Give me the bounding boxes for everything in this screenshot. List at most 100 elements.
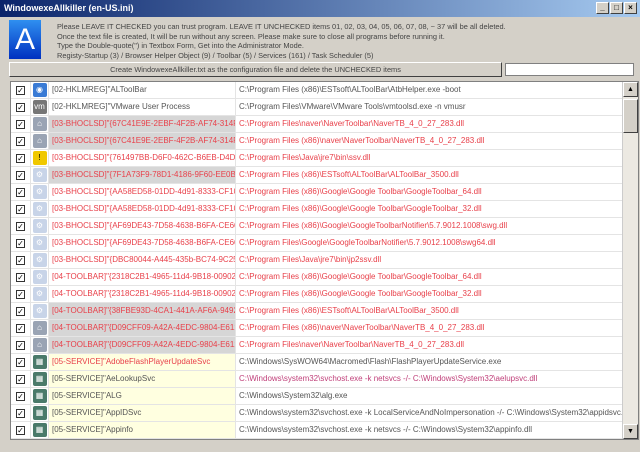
- dll-icon: ⚙: [32, 253, 47, 267]
- table-row[interactable]: ✓ ⚙ [03-BHOCLSD]"{AF69DE43-7D58-4638-B6F…: [11, 218, 623, 235]
- item-checkbox[interactable]: ✓: [16, 289, 25, 299]
- table-row[interactable]: ✓ ⚙ [04-TOOLBAR]"{38FBE93D-4CA1-441A-AF6…: [11, 303, 623, 320]
- item-path: C:\Program Files (x86)\ESTsoft\ALToolBar…: [239, 170, 459, 179]
- icon-cell: ⚙: [31, 286, 49, 302]
- item-path: C:\Program Files (x86)\ESTsoft\ALToolBar…: [239, 85, 461, 94]
- item-path: C:\Windows\SysWOW64\Macromed\Flash\Flash…: [239, 357, 502, 366]
- item-path: C:\Program Files (x86)\Google\Google Too…: [239, 289, 482, 298]
- table-row[interactable]: ✓ ⌂ [04-TOOLBAR]"{D09CFF09-A42A-4EDC-980…: [11, 337, 623, 354]
- checkbox-cell: [11, 439, 31, 440]
- item-name: [03-BHOCLSD]"{AF69DE43-7D58-4638-B6FA-CE…: [49, 218, 236, 234]
- table-row[interactable]: ✓ ◉ [02-HKLMREG]"ALToolBar C:\Program Fi…: [11, 82, 623, 99]
- item-checkbox[interactable]: ✓: [16, 136, 25, 146]
- item-checkbox[interactable]: ✓: [16, 323, 25, 333]
- icon-cell: ▦: [31, 354, 49, 370]
- checkbox-cell: ✓: [11, 150, 31, 166]
- icon-cell: ⚙: [31, 235, 49, 251]
- item-checkbox[interactable]: ✓: [16, 391, 25, 401]
- icon-cell: ◉: [31, 82, 49, 98]
- icon-cell: ⌂: [31, 116, 49, 132]
- service-icon: ▦: [32, 372, 47, 386]
- maximize-button[interactable]: □: [610, 2, 623, 14]
- app-logo-icon: A: [9, 20, 41, 59]
- item-checkbox[interactable]: ✓: [16, 221, 25, 231]
- item-checkbox[interactable]: ✓: [16, 85, 25, 95]
- vertical-scrollbar[interactable]: ▲ ▼: [622, 82, 638, 439]
- info-line: Once the text file is created, It will b…: [57, 31, 445, 41]
- dll-icon: ⚙: [32, 270, 47, 284]
- table-row[interactable]: ✓ ⚙ [03-BHOCLSD]"{AF69DE43-7D58-4638-B6F…: [11, 235, 623, 252]
- scroll-thumb[interactable]: [623, 99, 638, 133]
- table-row[interactable]: ✓ ▦ [05-SERVICE]"ALG C:\Windows\System32…: [11, 388, 623, 405]
- item-checkbox[interactable]: ✓: [16, 374, 25, 384]
- scroll-down-button[interactable]: ▼: [623, 424, 638, 439]
- checkbox-cell: ✓: [11, 252, 31, 268]
- service-icon: ▦: [32, 355, 47, 369]
- checkbox-cell: ✓: [11, 354, 31, 370]
- checkbox-cell: ✓: [11, 269, 31, 285]
- icon-cell: ⚙: [31, 201, 49, 217]
- icon-cell: ⌂: [31, 133, 49, 149]
- command-textbox[interactable]: [505, 63, 634, 76]
- create-config-button[interactable]: Create WindowexeAllkiller.txt as the con…: [9, 62, 502, 77]
- table-row[interactable]: ✓ ⚙ [03-BHOCLSD]"{7F1A73F9-78D1-4186-9F6…: [11, 167, 623, 184]
- item-checkbox[interactable]: ✓: [16, 425, 25, 435]
- table-row[interactable]: ✓ ⌂ [04-TOOLBAR]"{D09CFF09-A42A-4EDC-980…: [11, 320, 623, 337]
- table-row[interactable]: ✓ ⚙ [04-TOOLBAR]"{2318C2B1-4965-11d4-9B1…: [11, 286, 623, 303]
- item-checkbox[interactable]: ✓: [16, 408, 25, 418]
- item-checkbox[interactable]: ✓: [16, 272, 25, 282]
- checkbox-cell: ✓: [11, 388, 31, 404]
- table-row[interactable]: ✓ ⌂ [03-BHOCLSD]"{67C41E9E-2EBF-4F2B-AF7…: [11, 116, 623, 133]
- item-name: [03-BHOCLSD]"{67C41E9E-2EBF-4F2B-AF74-31…: [49, 133, 236, 149]
- item-checkbox[interactable]: ✓: [16, 119, 25, 129]
- icon-cell: ⚙: [31, 303, 49, 319]
- item-path: C:\Program Files (x86)\Google\Google Too…: [239, 272, 482, 281]
- icon-cell: ⚙: [31, 218, 49, 234]
- table-row[interactable]: ✓ ▦ [05-SERVICE]"AdobeFlashPlayerUpdateS…: [11, 354, 623, 371]
- close-button[interactable]: ×: [624, 2, 637, 14]
- checkbox-cell: ✓: [11, 184, 31, 200]
- item-checkbox[interactable]: ✓: [16, 187, 25, 197]
- dll-icon: ⚙: [32, 168, 47, 182]
- item-name: [05-SERVICE]"ALG: [49, 388, 236, 404]
- altoolbar-icon: ◉: [32, 83, 47, 97]
- table-row[interactable]: ✓ ⚙ [03-BHOCLSD]"{AA58ED58-01DD-4d91-833…: [11, 184, 623, 201]
- table-row[interactable]: ✓ ▦ [05-SERVICE]"AeLookupSvc C:\Windows\…: [11, 371, 623, 388]
- checkbox-cell: ✓: [11, 371, 31, 387]
- table-row[interactable]: ✓ ⚙ [03-BHOCLSD]"{AA58ED58-01DD-4d91-833…: [11, 201, 623, 218]
- item-checkbox[interactable]: ✓: [16, 238, 25, 248]
- item-checkbox[interactable]: ✓: [16, 102, 25, 112]
- table-row[interactable]: ✓ ▦ [05-SERVICE]"AppIDSvc C:\Windows\sys…: [11, 405, 623, 422]
- scroll-up-button[interactable]: ▲: [623, 82, 638, 97]
- checkbox-cell: ✓: [11, 82, 31, 98]
- item-checkbox[interactable]: ✓: [16, 255, 25, 265]
- checkbox-cell: ✓: [11, 405, 31, 421]
- item-name: [02-HKLMREG]"ALToolBar: [49, 82, 236, 98]
- item-name: [05-SERVICE]"AeLookupSvc: [49, 371, 236, 387]
- item-path: C:\Program Files\Java\jre7\bin\ssv.dll: [239, 153, 371, 162]
- item-path: C:\Program Files (x86)\ESTsoft\ALToolBar…: [239, 306, 459, 315]
- table-row[interactable]: ✓ ⌂ [03-BHOCLSD]"{67C41E9E-2EBF-4F2B-AF7…: [11, 133, 623, 150]
- item-checkbox[interactable]: ✓: [16, 170, 25, 180]
- table-row[interactable]: ✓ ⚙ [04-TOOLBAR]"{2318C2B1-4965-11d4-9B1…: [11, 269, 623, 286]
- table-row[interactable]: ✓ ! [03-BHOCLSD]"{761497BB-D6F0-462C-B6E…: [11, 150, 623, 167]
- warning-shield-icon: !: [32, 151, 47, 165]
- item-checkbox[interactable]: ✓: [16, 153, 25, 163]
- item-checkbox[interactable]: ✓: [16, 306, 25, 316]
- item-checkbox[interactable]: ✓: [16, 204, 25, 214]
- item-checkbox[interactable]: ✓: [16, 357, 25, 367]
- item-checkbox[interactable]: ✓: [16, 340, 25, 350]
- table-row[interactable]: ✓ ⚙ [03-BHOCLSD]"{DBC80044-A445-435b-BC7…: [11, 252, 623, 269]
- minimize-button[interactable]: _: [596, 2, 609, 14]
- icon-cell: ▦: [31, 422, 49, 438]
- item-name: [03-BHOCLSD]"{AA58ED58-01DD-4d91-8333-CF…: [49, 184, 236, 200]
- item-name: [05-SERVICE]"AdobeFlashPlayerUpdateSvc: [49, 354, 236, 370]
- checkbox-cell: ✓: [11, 133, 31, 149]
- item-list: ✓ ▦ [05-SERVICE]"Appinfo C:\Windows\syst…: [10, 81, 639, 440]
- item-name: [04-TOOLBAR]"{2318C2B1-4965-11d4-9B18-00…: [49, 286, 236, 302]
- table-row[interactable]: ✓ ▦ [05-SERVICE]"Appinfo C:\Windows\syst…: [11, 422, 623, 439]
- item-path: C:\Program Files (x86)\naver\NaverToolba…: [239, 323, 485, 332]
- table-row[interactable]: ✓ vm [02-HKLMREG]"VMware User Process C:…: [11, 99, 623, 116]
- service-icon: ▦: [32, 423, 47, 437]
- icon-cell: ⚙: [31, 167, 49, 183]
